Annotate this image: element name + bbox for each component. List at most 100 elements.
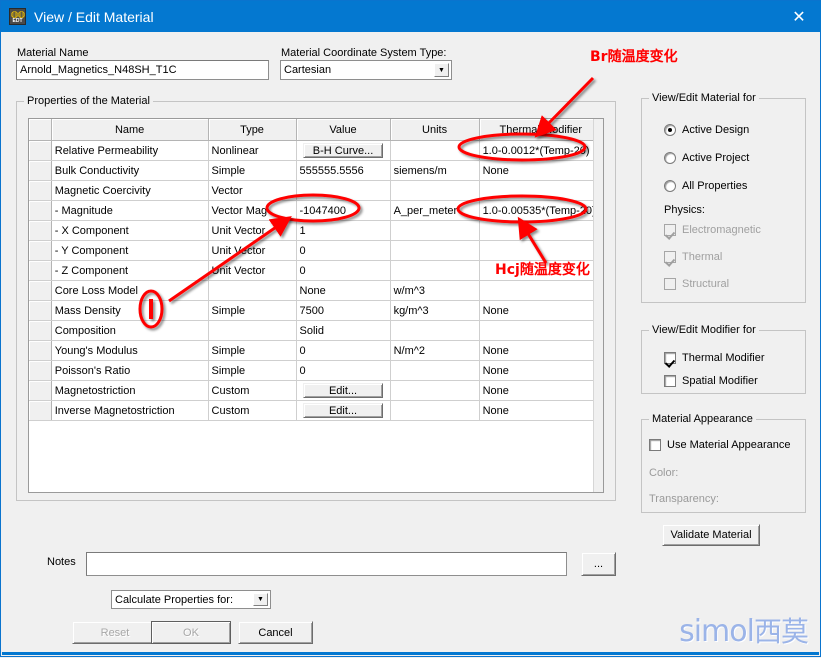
row-selector-cell[interactable] bbox=[29, 380, 52, 401]
checkbox-thermal-modifier[interactable]: Thermal Modifier bbox=[664, 352, 765, 364]
row-selector-cell[interactable] bbox=[29, 340, 52, 361]
table-row[interactable]: Magnetic Coercivity Vector bbox=[29, 180, 603, 201]
cell-name[interactable]: Mass Density bbox=[51, 300, 209, 321]
cancel-button[interactable]: Cancel bbox=[238, 621, 313, 644]
table-row[interactable]: - X Component Unit Vector 1 bbox=[29, 220, 603, 241]
cell-name[interactable]: Magnetic Coercivity bbox=[51, 180, 209, 201]
cell-units[interactable] bbox=[390, 180, 480, 201]
cell-units[interactable]: kg/m^3 bbox=[390, 300, 480, 321]
radio-all-properties[interactable]: All Properties bbox=[664, 180, 747, 192]
cell-name[interactable]: Magnetostriction bbox=[51, 380, 209, 401]
row-selector-cell[interactable] bbox=[29, 140, 52, 161]
cell-name[interactable]: - Magnitude bbox=[51, 200, 209, 221]
cell-units[interactable]: siemens/m bbox=[390, 160, 480, 181]
cell-value[interactable]: 0 bbox=[296, 340, 391, 361]
row-selector-cell[interactable] bbox=[29, 220, 52, 241]
cell-value[interactable]: Edit... bbox=[296, 380, 391, 401]
cell-type[interactable]: Simple bbox=[208, 360, 297, 381]
cell-type[interactable] bbox=[208, 320, 297, 341]
cell-thermal-modifier[interactable]: 1.0-0.0012*(Temp-20) bbox=[479, 140, 603, 161]
cell-value[interactable]: -1047400 bbox=[296, 200, 391, 221]
cell-value[interactable]: 0 bbox=[296, 240, 391, 261]
material-name-input[interactable]: Arnold_Magnetics_N48SH_T1C bbox=[16, 60, 269, 80]
table-row[interactable]: Bulk Conductivity Simple 555555.5556 siemen… bbox=[29, 160, 603, 181]
cell-name[interactable]: Composition bbox=[51, 320, 209, 341]
table-header-value[interactable]: Value bbox=[296, 119, 391, 141]
table-row[interactable]: - Magnitude Vector Mag -1047400 A_per_meter… bbox=[29, 200, 603, 221]
cell-name[interactable]: Inverse Magnetostriction bbox=[51, 400, 209, 421]
row-selector-cell[interactable] bbox=[29, 240, 52, 261]
cell-type[interactable]: Vector bbox=[208, 180, 297, 201]
coordinate-system-select[interactable]: Cartesian ▼ bbox=[280, 60, 452, 80]
cell-button[interactable]: Edit... bbox=[302, 403, 384, 418]
cell-units[interactable]: w/m^3 bbox=[390, 280, 480, 301]
cell-type[interactable]: Unit Vector bbox=[208, 220, 297, 241]
cell-units[interactable] bbox=[390, 260, 480, 281]
table-row[interactable]: Relative Permeability Nonlinear B-H Curve.… bbox=[29, 140, 603, 161]
cell-units[interactable] bbox=[390, 400, 480, 421]
table-header-thermal-modifier[interactable]: Thermal Modifier bbox=[479, 119, 603, 141]
table-row[interactable]: Magnetostriction Custom Edit... None bbox=[29, 380, 603, 401]
cell-units[interactable] bbox=[390, 240, 480, 261]
cell-thermal-modifier[interactable] bbox=[479, 180, 603, 201]
cell-value[interactable]: 0 bbox=[296, 260, 391, 281]
cell-units[interactable] bbox=[390, 220, 480, 241]
cell-type[interactable]: Custom bbox=[208, 400, 297, 421]
close-icon[interactable]: ✕ bbox=[776, 1, 821, 32]
cell-thermal-modifier[interactable]: None bbox=[479, 400, 603, 421]
ok-button[interactable]: OK bbox=[151, 621, 231, 644]
cell-value[interactable]: 555555.5556 bbox=[296, 160, 391, 181]
cell-value[interactable]: 7500 bbox=[296, 300, 391, 321]
table-header-name[interactable]: Name bbox=[51, 119, 209, 141]
cell-value[interactable]: None bbox=[296, 280, 391, 301]
table-header-corner[interactable] bbox=[29, 119, 52, 141]
notes-input[interactable] bbox=[86, 552, 567, 576]
cell-units[interactable] bbox=[390, 320, 480, 341]
cell-button[interactable]: Edit... bbox=[302, 383, 384, 398]
cell-type[interactable]: Unit Vector bbox=[208, 240, 297, 261]
table-header-units[interactable]: Units bbox=[390, 119, 480, 141]
table-row[interactable]: Inverse Magnetostriction Custom Edit... Non… bbox=[29, 400, 603, 421]
chevron-down-icon[interactable]: ▼ bbox=[434, 63, 449, 77]
cell-thermal-modifier[interactable]: None bbox=[479, 380, 603, 401]
reset-button[interactable]: Reset bbox=[72, 621, 158, 644]
checkbox-spatial-modifier[interactable]: Spatial Modifier bbox=[664, 375, 758, 387]
cell-name[interactable]: - Z Component bbox=[51, 260, 209, 281]
row-selector-cell[interactable] bbox=[29, 360, 52, 381]
row-selector-cell[interactable] bbox=[29, 300, 52, 321]
cell-type[interactable] bbox=[208, 280, 297, 301]
cell-thermal-modifier[interactable]: None bbox=[479, 300, 603, 321]
table-row[interactable]: Composition Solid bbox=[29, 320, 603, 341]
table-row[interactable]: Young's Modulus Simple 0 N/m^2 None bbox=[29, 340, 603, 361]
cell-units[interactable]: N/m^2 bbox=[390, 340, 480, 361]
row-selector-cell[interactable] bbox=[29, 280, 52, 301]
row-selector-cell[interactable] bbox=[29, 400, 52, 421]
cell-type[interactable]: Simple bbox=[208, 340, 297, 361]
cell-type[interactable]: Nonlinear bbox=[208, 140, 297, 161]
cell-value[interactable]: 1 bbox=[296, 220, 391, 241]
cell-name[interactable]: Core Loss Model bbox=[51, 280, 209, 301]
cell-name[interactable]: - Y Component bbox=[51, 240, 209, 261]
cell-thermal-modifier[interactable] bbox=[479, 320, 603, 341]
cell-type[interactable]: Unit Vector bbox=[208, 260, 297, 281]
row-selector-cell[interactable] bbox=[29, 160, 52, 181]
validate-material-button[interactable]: Validate Material bbox=[662, 524, 760, 546]
table-row[interactable]: Mass Density Simple 7500 kg/m^3 None bbox=[29, 300, 603, 321]
checkbox-use-material-appearance[interactable]: Use Material Appearance bbox=[649, 439, 791, 451]
cell-units[interactable]: A_per_meter bbox=[390, 200, 480, 221]
cell-name[interactable]: Poisson's Ratio bbox=[51, 360, 209, 381]
cell-units[interactable] bbox=[390, 140, 480, 161]
cell-value[interactable]: Solid bbox=[296, 320, 391, 341]
cell-thermal-modifier[interactable] bbox=[479, 220, 603, 241]
row-selector-cell[interactable] bbox=[29, 260, 52, 281]
table-header-type[interactable]: Type bbox=[208, 119, 297, 141]
cell-name[interactable]: Young's Modulus bbox=[51, 340, 209, 361]
calculate-properties-select[interactable]: Calculate Properties for: ▼ bbox=[111, 590, 271, 609]
cell-value[interactable]: Edit... bbox=[296, 400, 391, 421]
cell-type[interactable]: Simple bbox=[208, 300, 297, 321]
cell-thermal-modifier[interactable]: 1.0-0.00535*(Temp-20) bbox=[479, 200, 603, 221]
cell-value[interactable] bbox=[296, 180, 391, 201]
row-selector-cell[interactable] bbox=[29, 320, 52, 341]
table-row[interactable]: Poisson's Ratio Simple 0 None bbox=[29, 360, 603, 381]
cell-name[interactable]: Bulk Conductivity bbox=[51, 160, 209, 181]
